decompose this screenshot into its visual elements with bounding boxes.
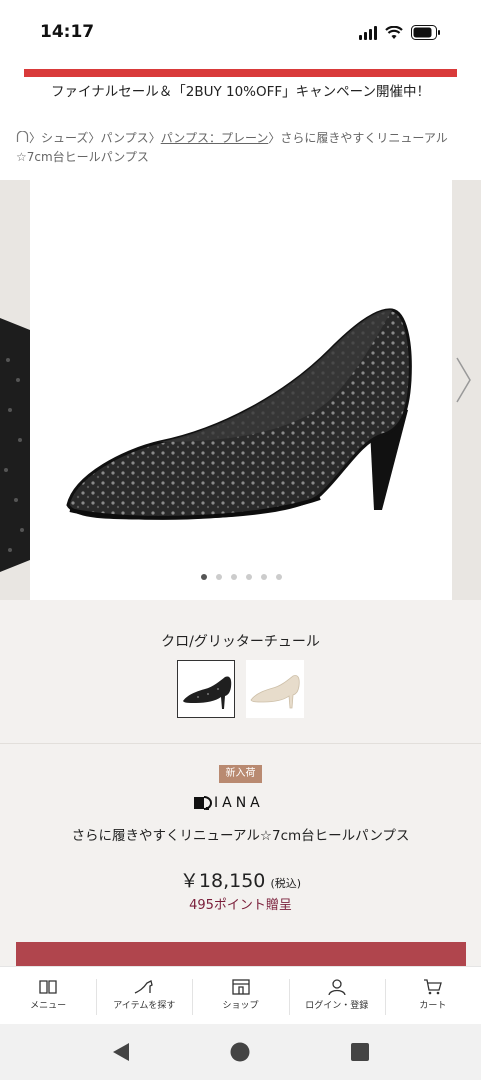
selected-color-label: クロ/グリッターチュール	[161, 634, 320, 650]
breadcrumb-separator: 〉	[88, 131, 101, 145]
product-image-carousel[interactable]	[0, 180, 481, 600]
book-icon	[39, 980, 57, 994]
banner-accent-bar	[24, 69, 457, 77]
wifi-icon	[385, 25, 403, 39]
brand-name: IANA	[214, 795, 264, 811]
nav-label: ログイン・登録	[305, 1001, 369, 1011]
product-price: ￥18,150 (税込)	[0, 866, 481, 893]
nav-cart[interactable]: カート	[384, 967, 481, 1024]
breadcrumb-separator: 〉	[148, 131, 161, 145]
breadcrumb-item-shoes[interactable]: シューズ	[41, 131, 88, 145]
carousel-dot[interactable]	[245, 574, 252, 580]
chevron-right-icon[interactable]	[452, 180, 481, 600]
color-swatch-black[interactable]	[177, 660, 235, 718]
nav-menu[interactable]: メニュー	[0, 967, 96, 1024]
cart-icon	[423, 979, 442, 995]
battery-icon	[411, 25, 440, 40]
breadcrumb-separator: 〉	[268, 131, 281, 145]
carousel-dot[interactable]	[200, 574, 207, 580]
recents-icon[interactable]	[351, 1043, 369, 1061]
nav-find-items[interactable]: アイテムを探す	[96, 967, 192, 1024]
signal-icon	[359, 25, 377, 40]
carousel-dots	[30, 574, 452, 580]
breadcrumb-separator: 〉	[29, 131, 42, 145]
new-arrival-badge: 新入荷	[219, 765, 262, 783]
product-page: 14:17 ファイナルセール＆「2BUY 10%OFF」キャンペーン開催中！ 〉…	[0, 0, 481, 1080]
product-name: さらに履きやすくリニューアル☆7cm台ヒールパンプス	[71, 828, 410, 844]
nav-label: メニュー	[30, 1001, 67, 1011]
tax-note: (税込)	[270, 877, 302, 890]
breadcrumb: 〉シューズ〉パンプス〉パンプス：プレーン〉さらに履きやすくリニューアル☆7cm台…	[0, 112, 481, 180]
status-icons	[359, 25, 441, 40]
next-slide-button[interactable]	[452, 180, 481, 600]
previous-slide[interactable]	[0, 180, 30, 600]
nav-label: ショップ	[222, 1001, 259, 1011]
diana-logo-icon	[194, 796, 212, 810]
nav-login[interactable]: ログイン・登録	[288, 967, 385, 1024]
breadcrumb-item-plain-pumps[interactable]: パンプス：プレーン	[161, 131, 269, 145]
system-navigation-bar	[0, 1024, 481, 1080]
home-icon[interactable]	[16, 130, 29, 143]
campaign-text[interactable]: ファイナルセール＆「2BUY 10%OFF」キャンペーン開催中！	[0, 80, 481, 100]
points-reward: 495ポイント贈呈	[189, 898, 292, 913]
carousel-dot[interactable]	[230, 574, 237, 580]
carousel-dot[interactable]	[215, 574, 222, 580]
back-icon[interactable]	[111, 1042, 131, 1062]
heel-shoe-icon	[135, 980, 154, 994]
color-swatch-beige[interactable]	[246, 660, 304, 718]
home-button-icon[interactable]	[230, 1042, 250, 1062]
product-image[interactable]	[30, 180, 452, 600]
shop-icon	[231, 979, 250, 995]
color-selector: クロ/グリッターチュール	[0, 600, 481, 744]
status-time: 14:17	[40, 22, 95, 42]
carousel-dot[interactable]	[260, 574, 267, 580]
nav-label: アイテムを探す	[113, 1001, 176, 1011]
black-pump-shoe-image	[66, 308, 412, 520]
breadcrumb-item-pumps[interactable]: パンプス	[100, 131, 148, 145]
status-bar: 14:17	[0, 0, 481, 64]
price-value: ￥18,150	[179, 870, 266, 892]
carousel-dot[interactable]	[275, 574, 282, 580]
user-icon	[328, 979, 346, 995]
bottom-navigation: メニュー アイテムを探す ショップ ログイン・登録 カート	[0, 966, 481, 1024]
brand-logo[interactable]: IANA	[194, 793, 264, 813]
product-info: 新入荷 IANA さらに履きやすくリニューアル☆7cm台ヒールパンプス ￥18,…	[0, 745, 481, 982]
nav-shop[interactable]: ショップ	[192, 967, 288, 1024]
nav-label: カート	[419, 1001, 447, 1011]
